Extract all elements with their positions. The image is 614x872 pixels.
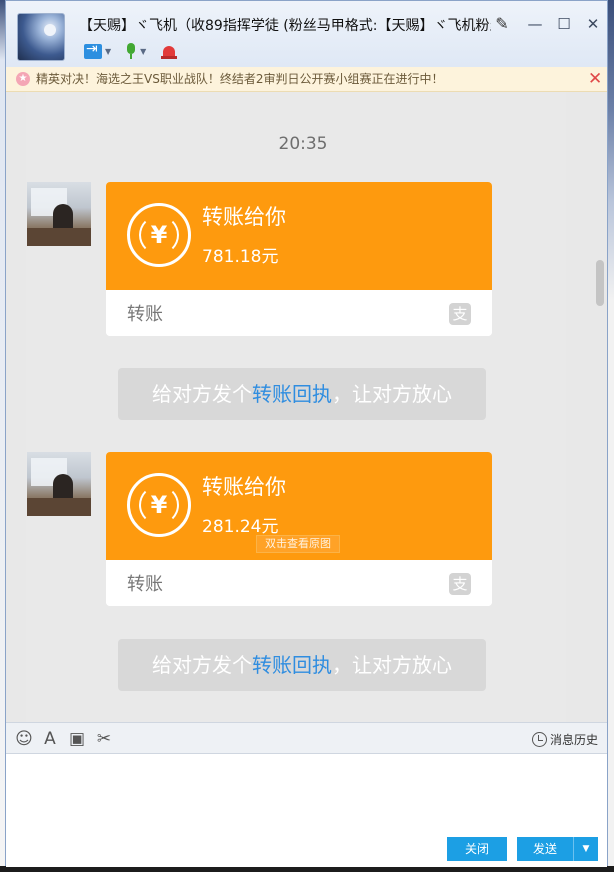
view-original-tooltip: 双击查看原图 (256, 535, 340, 553)
message-history-label: 消息历史 (550, 732, 599, 747)
transfer-icon (84, 41, 102, 59)
transfer-coin-icon: ¥ (127, 473, 191, 537)
skin-button[interactable]: ✎ (490, 13, 514, 35)
title-bar[interactable]: 【天赐】ヾ飞机（收89指挥学徒 (粉丝马甲格式:【天赐】ヾ飞机粉丝 ▼ ▼ ✎ … (6, 1, 607, 67)
chat-window: 【天赐】ヾ飞机（收89指挥学徒 (粉丝马甲格式:【天赐】ヾ飞机粉丝 ▼ ▼ ✎ … (5, 0, 608, 867)
receipt-text-post: ，让对方放心 (332, 653, 452, 677)
input-toolbar: ☺ A ▣ ✂ 消息历史 (6, 722, 607, 754)
send-button[interactable]: 发送 (517, 837, 573, 861)
transfer-card-header: ¥ 转账给你 781.18元 (106, 182, 492, 290)
transfer-label: 转账 (127, 574, 163, 595)
skin-icon: ✎ (495, 14, 509, 33)
sender-avatar[interactable] (27, 452, 91, 516)
message-area[interactable]: 20:35 ¥ 转账给你 781.18元 转账 支 给对方发个转账回执，让对方放… (6, 92, 607, 722)
receipt-link[interactable]: 转账回执 (252, 653, 332, 677)
scissors-icon[interactable]: ✂ (94, 729, 114, 749)
alipay-icon: 支 (449, 573, 471, 595)
transfer-amount: 781.18元 (202, 247, 279, 267)
message-timestamp: 20:35 (278, 134, 328, 154)
sender-avatar[interactable] (27, 182, 91, 246)
font-icon[interactable]: A (40, 729, 60, 749)
transfer-card[interactable]: ¥ 转账给你 781.18元 转账 支 (106, 182, 492, 336)
chevron-down-icon: ▼ (105, 46, 112, 56)
yen-glyph: ¥ (150, 221, 168, 249)
transfer-amount: 281.24元 (202, 517, 279, 537)
receipt-prompt: 给对方发个转账回执，让对方放心 (118, 368, 486, 420)
chat-scrollbar[interactable] (596, 260, 604, 306)
transfer-title: 转账给你 (202, 475, 286, 499)
voice-call-button[interactable]: ▼ (125, 41, 146, 61)
receipt-text-pre: 给对方发个 (152, 382, 252, 406)
receipt-prompt: 给对方发个转账回执，让对方放心 (118, 639, 486, 691)
receipt-link[interactable]: 转账回执 (252, 382, 332, 406)
transfer-card[interactable]: ¥ 转账给你 281.24元 转账 支 (106, 452, 492, 606)
message-input[interactable]: 关闭 发送 ▼ (6, 754, 607, 867)
receipt-text-post: ，让对方放心 (332, 382, 452, 406)
close-window-button[interactable]: ✕ (581, 13, 605, 35)
alert-button[interactable] (160, 41, 178, 61)
avatar-moon (44, 24, 56, 36)
transfer-title: 转账给你 (202, 205, 286, 229)
announcement-close-button[interactable]: ✕ (588, 68, 602, 90)
announcement-bar: ★ 精英对决！海选之王VS职业战队！终结者2审判日公开赛小组赛正在进行中！ ✕ (6, 67, 607, 92)
yen-glyph: ¥ (150, 491, 168, 519)
alarm-icon (160, 43, 178, 59)
transfer-card-footer: 转账 支 (106, 560, 492, 606)
avatar-sofa (27, 498, 91, 516)
minimize-button[interactable]: — (523, 13, 547, 35)
transfer-card-footer: 转账 支 (106, 290, 492, 336)
contact-avatar[interactable] (17, 13, 65, 61)
announcement-text[interactable]: 精英对决！海选之王VS职业战队！终结者2审判日公开赛小组赛正在进行中！ (36, 67, 443, 92)
transfer-file-button[interactable]: ▼ (84, 41, 111, 61)
maximize-button[interactable]: ☐ (552, 13, 576, 35)
message-history-button[interactable]: 消息历史 (532, 729, 598, 749)
microphone-icon (125, 43, 137, 59)
star-icon: ★ (16, 72, 30, 86)
chevron-down-icon: ▼ (140, 46, 147, 56)
close-button[interactable]: 关闭 (447, 837, 507, 861)
avatar-sofa (27, 228, 91, 246)
window-title: 【天赐】ヾ飞机（收89指挥学徒 (粉丝马甲格式:【天赐】ヾ飞机粉丝 (79, 18, 491, 34)
transfer-coin-icon: ¥ (127, 203, 191, 267)
title-toolbar: ▼ ▼ (84, 41, 178, 61)
transfer-label: 转账 (127, 304, 163, 325)
clock-icon (532, 731, 547, 747)
alipay-icon: 支 (449, 303, 471, 325)
emoji-icon[interactable]: ☺ (14, 729, 34, 749)
send-options-button[interactable]: ▼ (573, 837, 598, 861)
receipt-text-pre: 给对方发个 (152, 653, 252, 677)
image-icon[interactable]: ▣ (67, 729, 87, 749)
